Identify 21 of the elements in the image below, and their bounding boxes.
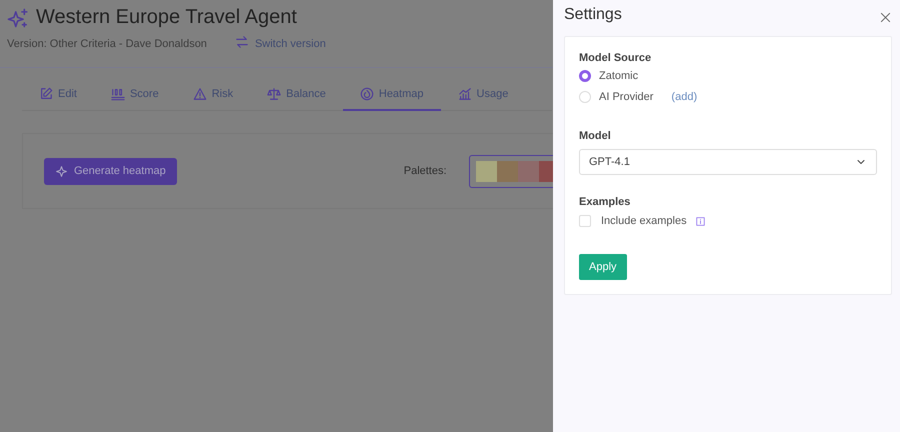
tab[interactable]: Edit — [22, 80, 94, 111]
radio-label: Zatomic — [599, 70, 638, 82]
add-link[interactable]: (add) — [671, 91, 698, 103]
examples-label: Examples — [579, 196, 632, 208]
drawer-title: Settings — [564, 6, 622, 24]
radio-label: AI Provider — [599, 91, 654, 103]
tab[interactable]: Heatmap — [342, 80, 441, 111]
model-source-label: Model Source — [579, 52, 652, 64]
generate-heatmap-button[interactable]: Generate heatmap — [44, 158, 177, 184]
tab[interactable]: Usage — [440, 80, 526, 111]
model-select[interactable]: GPT-4.1 — [579, 149, 877, 175]
page-title: Western Europe Travel Agent — [36, 6, 297, 29]
palettes-label: Palettes: — [404, 165, 447, 177]
version-label: Version: Other Criteria - Dave Donaldson — [7, 38, 207, 50]
tab[interactable]: Balance — [250, 80, 343, 111]
checkbox-label: Include examples — [601, 215, 687, 227]
model-label: Model — [579, 130, 612, 142]
apply-button[interactable]: Apply — [579, 254, 627, 280]
switch-version-link[interactable]: Switch version — [234, 35, 326, 52]
tab[interactable]: Score — [94, 80, 176, 111]
tab[interactable]: Risk — [176, 80, 250, 111]
